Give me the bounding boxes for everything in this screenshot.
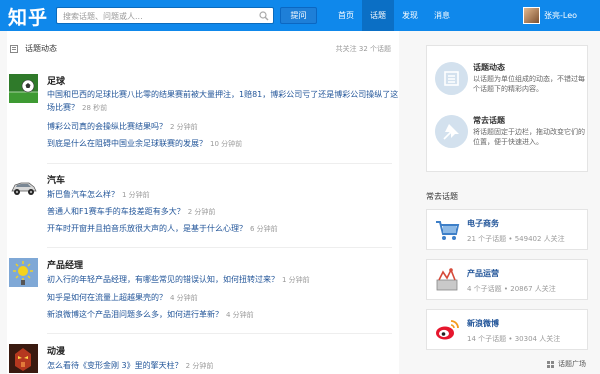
intro-title: 常去话题 — [473, 116, 505, 125]
football-topic-avatar[interactable] — [9, 74, 38, 103]
frequent-topic-card[interactable]: 新浪微博 14 个子话题 • 30304 人关注 — [426, 309, 588, 350]
question-time: 28 秒前 — [82, 104, 108, 112]
feed-header: 话题动态 共关注 32 个话题 — [7, 43, 399, 55]
topic-block-football: 足球 中国和巴西的足球比赛八比零的结果赛前被大量押注，1赔81，博彩公司亏了还是… — [7, 74, 399, 184]
question-text[interactable]: 中国和巴西的足球比赛八比零的结果赛前被大量押注，1赔81，博彩公司亏了还是博彩公… — [47, 90, 398, 99]
question-link[interactable]: 新浪微博这个产品泪问题多么多，如何进行革新？ 4 分钟前 — [47, 308, 254, 322]
main-nav: 首页 话题 发现 消息 — [330, 0, 458, 31]
question-link[interactable]: 到底是什么在阻碍中国业余足球联赛的发展？ 10 分钟前 — [47, 137, 242, 151]
divider — [47, 163, 392, 164]
nav-topics[interactable]: 话题 — [362, 0, 394, 31]
avatar[interactable] — [523, 7, 540, 24]
question-text[interactable]: 知乎是如何在流量上超越果壳的？ — [47, 293, 167, 302]
user-name[interactable]: 张亮-Leo — [544, 10, 577, 21]
nav-discover[interactable]: 发现 — [394, 0, 426, 31]
sidebar-intro: 话题动态 以话题为单位组成的动态，不错过每个话题下的精彩内容。 常去话题 将话题… — [426, 45, 588, 172]
topic-block-product-manager: 产品经理 初入行的年轻产品经理，有哪些常见的错误认知，如何扭转过来？ 1 分钟前 … — [7, 258, 399, 358]
nav-messages[interactable]: 消息 — [426, 0, 458, 31]
top-bar: 知乎 搜索话题、问题或人... 提问 首页 话题 发现 消息 张亮-Leo — [0, 0, 600, 31]
question-link[interactable]: 开车时开窗并且拍音乐放很大声的人，是基于什么心理？ 6 分钟前 — [47, 222, 278, 236]
divider — [47, 247, 392, 248]
intro-frequent-topics: 常去话题 将话题固定于边栏，拖动改变它们的位置，便于快速进入。 — [435, 115, 585, 155]
pin-icon — [435, 115, 468, 148]
frequent-topic-card[interactable]: 产品运营 4 个子话题 • 20867 人关注 — [426, 259, 588, 300]
question-text[interactable]: 到底是什么在阻碍中国业余足球联赛的发展？ — [47, 139, 207, 148]
question-time: 1 分钟前 — [282, 276, 310, 284]
topic-name[interactable]: 汽车 — [47, 173, 65, 186]
intro-title: 话题动态 — [473, 63, 505, 72]
frequent-topics-heading: 常去话题 — [426, 192, 458, 201]
question-time: 1 分钟前 — [122, 191, 150, 199]
question-text[interactable]: 场比赛？ — [47, 103, 79, 112]
question-link[interactable]: 斯巴鲁汽车怎么样？ 1 分钟前 — [47, 188, 150, 202]
nav-home[interactable]: 首页 — [330, 0, 362, 31]
question-text[interactable]: 斯巴鲁汽车怎么样？ — [47, 190, 119, 199]
shopping-cart-icon[interactable] — [433, 216, 461, 244]
grid-icon — [547, 360, 554, 368]
frequent-topic-stats: 14 个子话题 • 30304 人关注 — [467, 335, 561, 343]
topic-block-anime: 动漫 怎么看待《变形金刚 3》里的擎天柱？ 2 分钟前 — [7, 344, 399, 374]
question-text[interactable]: 开车时开窗并且拍音乐放很大声的人，是基于什么心理？ — [47, 224, 247, 233]
topic-name[interactable]: 产品经理 — [47, 258, 83, 271]
ask-button[interactable]: 提问 — [280, 7, 317, 24]
question-link[interactable]: 中国和巴西的足球比赛八比零的结果赛前被大量押注，1赔81，博彩公司亏了还是博彩公… — [47, 88, 398, 115]
frequent-topic-name[interactable]: 电子商务 — [467, 218, 499, 229]
zhihu-logo[interactable]: 知乎 — [8, 3, 48, 30]
intro-description: 以话题为单位组成的动态，不错过每个话题下的精彩内容。 — [473, 75, 585, 93]
intro-description: 将话题固定于边栏，拖动改变它们的位置，便于快速进入。 — [473, 128, 585, 146]
question-time: 2 分钟前 — [185, 362, 214, 370]
question-time: 2 分钟前 — [170, 123, 198, 131]
question-time: 4 分钟前 — [226, 311, 254, 319]
question-text[interactable]: 初入行的年轻产品经理，有哪些常见的错误认知，如何扭转过来？ — [47, 275, 279, 284]
question-time: 10 分钟前 — [210, 140, 243, 148]
search-input[interactable]: 搜索话题、问题或人... — [56, 7, 274, 24]
question-link[interactable]: 怎么看待《变形金刚 3》里的擎天柱？ 2 分钟前 — [47, 359, 213, 373]
follow-count[interactable]: 共关注 32 个话题 — [336, 44, 391, 54]
anime-topic-avatar[interactable] — [9, 344, 38, 373]
topic-name[interactable]: 动漫 — [47, 344, 65, 357]
question-text[interactable]: 新浪微博这个产品泪问题多么多，如何进行革新？ — [47, 310, 223, 319]
question-link[interactable]: 初入行的年轻产品经理，有哪些常见的错误认知，如何扭转过来？ 1 分钟前 — [47, 273, 310, 287]
question-time: 4 分钟前 — [170, 294, 198, 302]
frequent-topic-name[interactable]: 产品运营 — [467, 268, 499, 279]
search-placeholder: 搜索话题、问题或人... — [63, 12, 143, 21]
topic-name[interactable]: 足球 — [47, 74, 65, 87]
page-title: 话题动态 — [25, 44, 57, 53]
search-icon[interactable] — [259, 11, 269, 21]
frequent-topic-name[interactable]: 新浪微博 — [467, 318, 499, 329]
question-time: 6 分钟前 — [250, 225, 278, 233]
product-operation-icon[interactable] — [433, 266, 461, 294]
topic-feed: 话题动态 共关注 32 个话题 足球 中国和巴西的足球比赛八比零的结果赛前被大量… — [7, 31, 399, 374]
question-text[interactable]: 怎么看待《变形金刚 3》里的擎天柱？ — [47, 361, 183, 370]
intro-topic-feed: 话题动态 以话题为单位组成的动态，不错过每个话题下的精彩内容。 — [435, 62, 585, 102]
frequent-topic-stats: 21 个子话题 • 549402 人关注 — [467, 235, 565, 243]
frequent-topic-card[interactable]: 电子商务 21 个子话题 • 549402 人关注 — [426, 209, 588, 250]
list-icon — [435, 62, 468, 95]
question-time: 2 分钟前 — [187, 208, 216, 216]
question-link[interactable]: 知乎是如何在流量上超越果壳的？ 4 分钟前 — [47, 291, 198, 305]
question-link[interactable]: 博彩公司真的会操纵比赛结果吗？ 2 分钟前 — [47, 120, 198, 134]
user-menu[interactable]: 张亮-Leo — [523, 7, 577, 24]
topic-square-link[interactable]: 话题广场 — [547, 359, 586, 369]
weibo-icon[interactable] — [433, 316, 461, 344]
question-text[interactable]: 博彩公司真的会操纵比赛结果吗？ — [47, 122, 167, 131]
topic-square-label[interactable]: 话题广场 — [558, 359, 586, 369]
divider — [47, 333, 392, 334]
feed-icon — [10, 45, 18, 53]
product-manager-topic-avatar[interactable] — [9, 258, 38, 287]
frequent-topic-stats: 4 个子话题 • 20867 人关注 — [467, 285, 556, 293]
car-topic-avatar[interactable] — [9, 173, 38, 202]
question-text[interactable]: 普通人和F1赛车手的车技差距有多大？ — [47, 207, 185, 216]
question-link[interactable]: 普通人和F1赛车手的车技差距有多大？ 2 分钟前 — [47, 205, 215, 219]
